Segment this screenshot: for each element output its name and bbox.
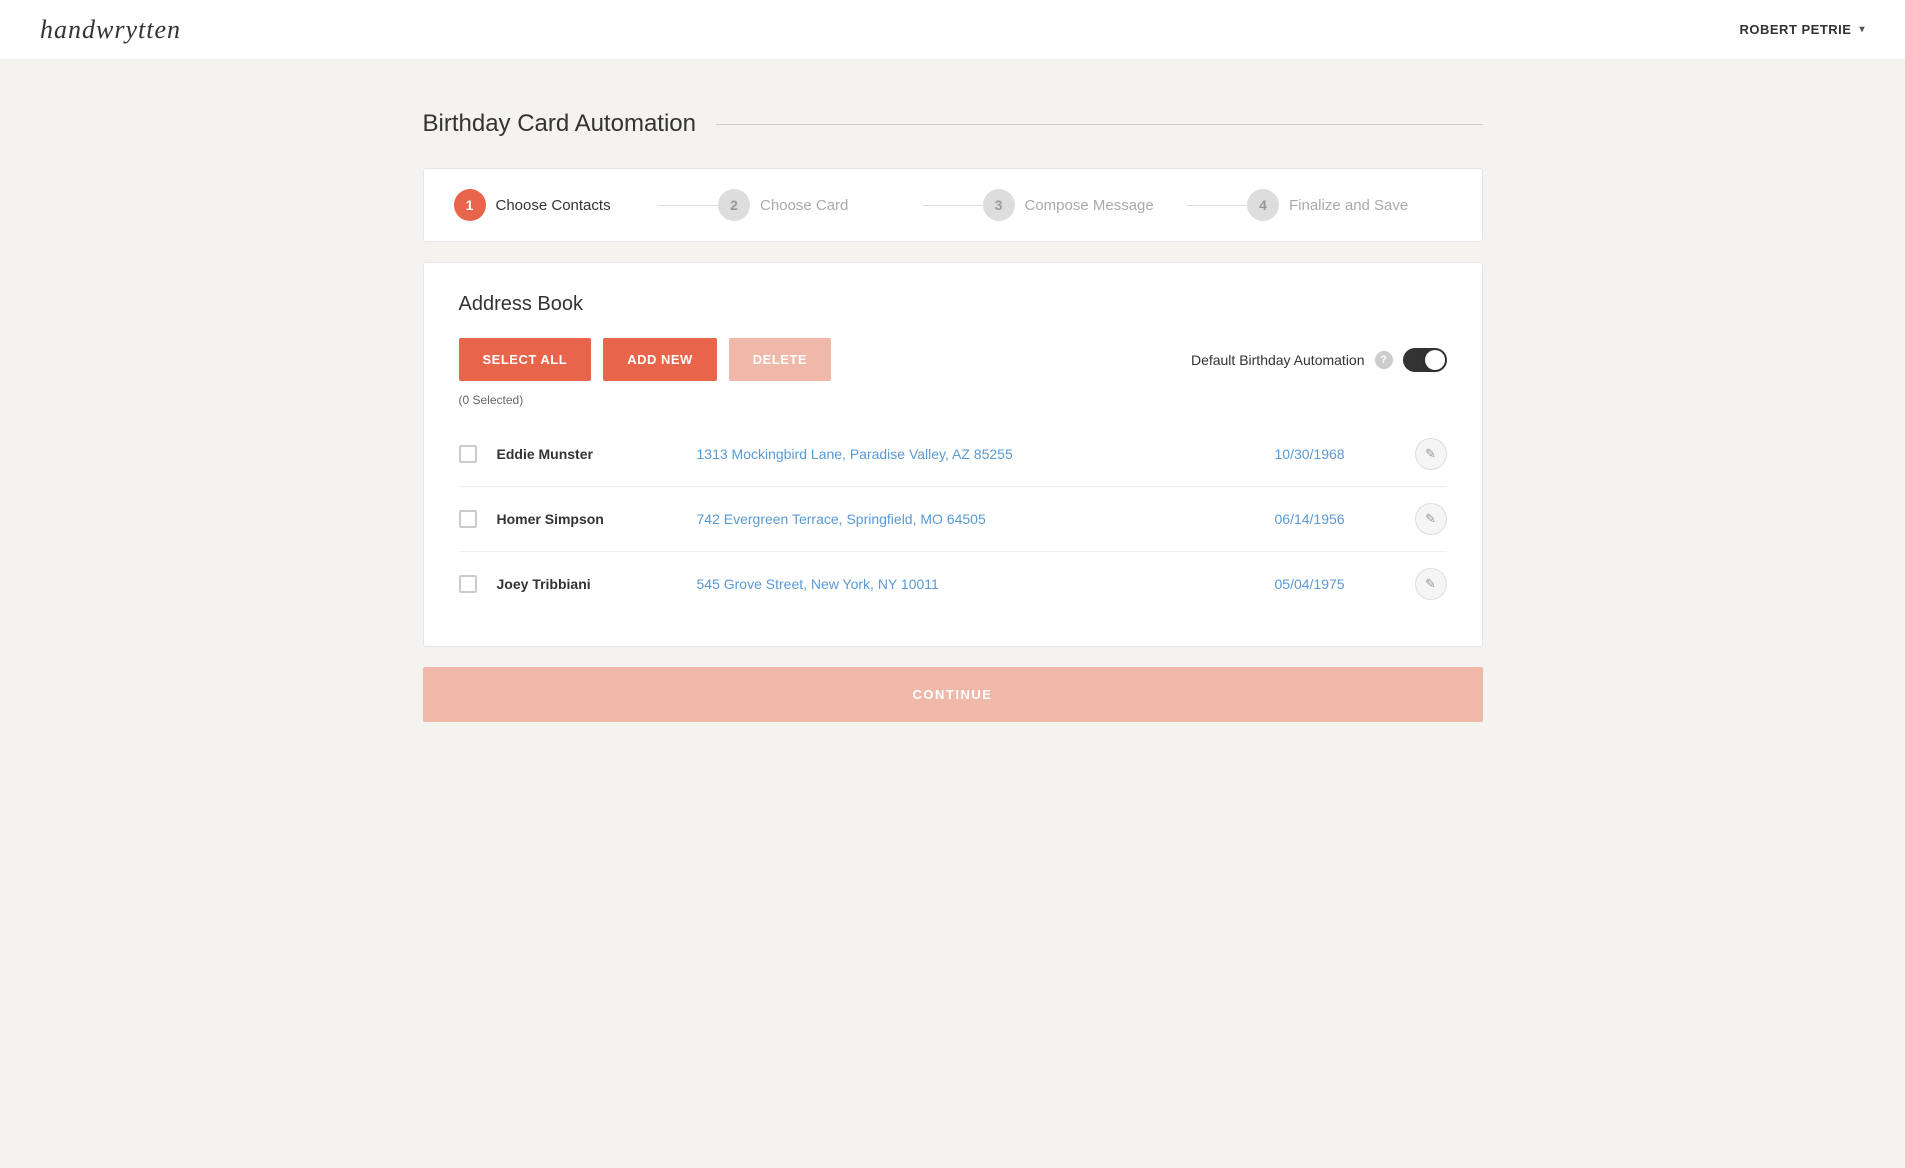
selected-count: (0 Selected) xyxy=(459,393,1447,407)
contact-checkbox-homer[interactable] xyxy=(459,510,477,528)
table-row: Joey Tribbiani 545 Grove Street, New Yor… xyxy=(459,552,1447,616)
contact-address: 742 Evergreen Terrace, Springfield, MO 6… xyxy=(697,511,1255,527)
edit-contact-button[interactable]: ✎ xyxy=(1415,568,1447,600)
contact-address: 545 Grove Street, New York, NY 10011 xyxy=(697,576,1255,592)
contact-address: 1313 Mockingbird Lane, Paradise Valley, … xyxy=(697,446,1255,462)
edit-contact-button[interactable]: ✎ xyxy=(1415,503,1447,535)
step-2: 2 Choose Card xyxy=(718,189,923,221)
page-title-row: Birthday Card Automation xyxy=(423,110,1483,138)
contact-dob: 10/30/1968 xyxy=(1275,446,1395,462)
contact-name: Joey Tribbiani xyxy=(497,576,677,592)
toolbar: SELECT ALL ADD NEW DELETE Default Birthd… xyxy=(459,338,1447,381)
toolbar-right: Default Birthday Automation ? xyxy=(1191,348,1447,372)
user-menu[interactable]: ROBERT PETRIE ▾ xyxy=(1740,22,1866,37)
table-row: Homer Simpson 742 Evergreen Terrace, Spr… xyxy=(459,487,1447,552)
default-birthday-label: Default Birthday Automation xyxy=(1191,352,1365,368)
edit-contact-button[interactable]: ✎ xyxy=(1415,438,1447,470)
contact-checkbox-eddie[interactable] xyxy=(459,445,477,463)
step-4-label: Finalize and Save xyxy=(1289,197,1408,214)
step-1: 1 Choose Contacts xyxy=(454,189,659,221)
header: handwrytten ROBERT PETRIE ▾ xyxy=(0,0,1905,60)
step-3: 3 Compose Message xyxy=(983,189,1188,221)
chevron-down-icon: ▾ xyxy=(1859,24,1865,35)
step-connector-3 xyxy=(1187,205,1247,206)
step-1-number: 1 xyxy=(454,189,486,221)
step-3-label: Compose Message xyxy=(1025,197,1154,214)
select-all-button[interactable]: SELECT ALL xyxy=(459,338,592,381)
contact-name: Homer Simpson xyxy=(497,511,677,527)
contact-dob: 05/04/1975 xyxy=(1275,576,1395,592)
continue-button[interactable]: CONTINUE xyxy=(423,667,1483,722)
logo: handwrytten xyxy=(40,15,181,45)
user-name: ROBERT PETRIE xyxy=(1740,22,1852,37)
add-new-button[interactable]: ADD NEW xyxy=(603,338,717,381)
step-1-label: Choose Contacts xyxy=(496,197,611,214)
contact-dob: 06/14/1956 xyxy=(1275,511,1395,527)
address-book-title: Address Book xyxy=(459,293,1447,316)
content-card: Address Book SELECT ALL ADD NEW DELETE D… xyxy=(423,262,1483,647)
default-birthday-toggle[interactable] xyxy=(1403,348,1447,372)
contact-name: Eddie Munster xyxy=(497,446,677,462)
step-4: 4 Finalize and Save xyxy=(1247,189,1452,221)
step-2-number: 2 xyxy=(718,189,750,221)
table-row: Eddie Munster 1313 Mockingbird Lane, Par… xyxy=(459,422,1447,487)
contact-list: Eddie Munster 1313 Mockingbird Lane, Par… xyxy=(459,422,1447,616)
help-icon[interactable]: ? xyxy=(1375,351,1393,369)
step-connector-2 xyxy=(923,205,983,206)
steps-card: 1 Choose Contacts 2 Choose Card 3 Compos… xyxy=(423,168,1483,242)
step-3-number: 3 xyxy=(983,189,1015,221)
step-4-number: 4 xyxy=(1247,189,1279,221)
page-title: Birthday Card Automation xyxy=(423,110,696,138)
step-connector-1 xyxy=(658,205,718,206)
delete-button[interactable]: DELETE xyxy=(729,338,831,381)
toggle-knob xyxy=(1425,350,1445,370)
step-2-label: Choose Card xyxy=(760,197,848,214)
main-content: Birthday Card Automation 1 Choose Contac… xyxy=(383,60,1523,772)
title-divider xyxy=(716,124,1483,125)
contact-checkbox-joey[interactable] xyxy=(459,575,477,593)
